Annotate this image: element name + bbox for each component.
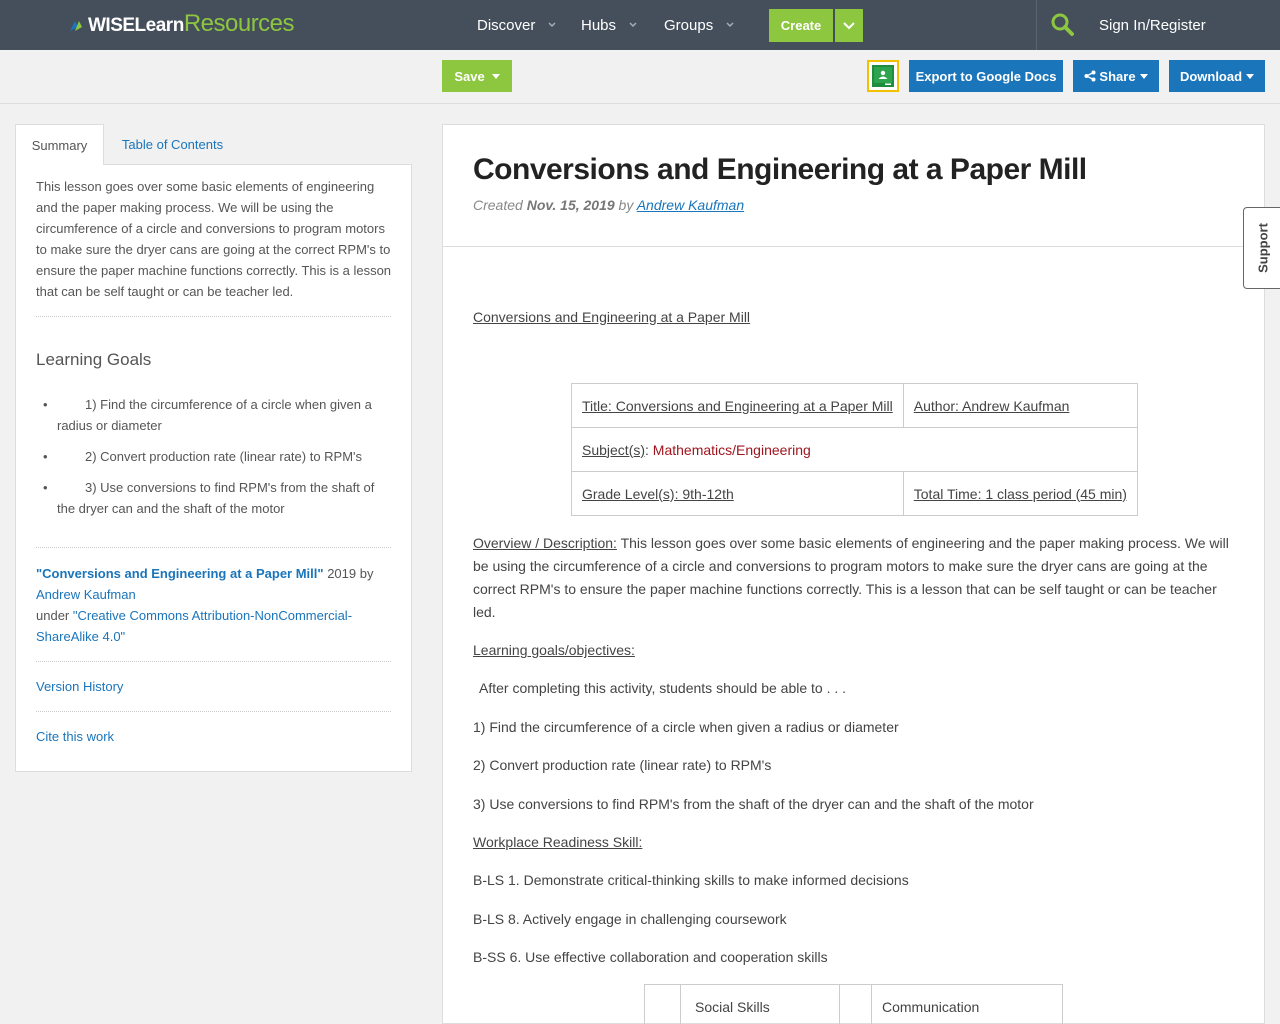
caret-down-icon	[1139, 73, 1148, 79]
learning-goal-text: 2) Convert production rate (linear rate)…	[85, 449, 363, 464]
search-icon[interactable]	[1050, 12, 1074, 36]
chevron-down-icon	[843, 21, 855, 29]
divider	[36, 711, 391, 712]
skills-cell: Social Skills	[680, 984, 840, 1024]
tab-table-of-contents[interactable]: Table of Contents	[104, 124, 241, 165]
create-dropdown-button[interactable]	[835, 9, 863, 42]
logo-mark-icon	[70, 21, 82, 31]
nav-discover-label: Discover	[477, 16, 536, 34]
cite-work-link[interactable]: Cite this work	[36, 726, 114, 747]
top-nav: WISELearn Resources Discover Hubs Groups…	[0, 0, 1280, 50]
sign-in-register-link[interactable]: Sign In/Register	[1099, 0, 1206, 50]
download-label: Download	[1179, 68, 1243, 84]
info-subject-cell: Subject(s): Mathematics/Engineering	[571, 427, 1138, 472]
info-author-cell: Author: Andrew Kaufman	[902, 383, 1138, 428]
goal-line: 1) Find the circumference of a circle wh…	[473, 719, 899, 735]
learning-goal-item: 3) Use conversions to find RPM's from th…	[43, 477, 392, 519]
created-label: Created	[473, 197, 523, 213]
divider	[36, 316, 391, 317]
google-classroom-icon	[872, 65, 894, 87]
goal-line: 2) Convert production rate (linear rate)…	[473, 757, 772, 773]
nav-divider	[1036, 0, 1037, 50]
save-label: Save	[454, 68, 485, 84]
support-tab[interactable]: Support	[1243, 207, 1280, 289]
goals-intro: After completing this activity, students…	[479, 680, 847, 696]
summary-panel: This lesson goes over some basic element…	[15, 164, 412, 772]
skill-line: B-LS 1. Demonstrate critical-thinking sk…	[473, 872, 909, 888]
share-button[interactable]: Share	[1073, 60, 1159, 92]
divider	[443, 246, 1264, 247]
learning-goals-heading: Learning Goals	[36, 350, 152, 369]
learning-goal-item: 2) Convert production rate (linear rate)…	[43, 446, 392, 467]
nav-groups[interactable]: Groups	[664, 0, 735, 50]
skill-line: B-LS 8. Actively engage in challenging c…	[473, 911, 787, 927]
learning-goal-item: 1) Find the circumference of a circle wh…	[43, 394, 392, 436]
skills-check-cell	[839, 984, 872, 1024]
caret-down-icon	[491, 73, 500, 79]
logo-resources-text: Resources	[183, 10, 295, 37]
export-google-docs-button[interactable]: Export to Google Docs	[909, 60, 1063, 92]
work-title-link[interactable]: "Conversions and Engineering at a Paper …	[36, 566, 324, 581]
skills-table: Social Skills Communication	[644, 984, 1063, 1024]
overview-label: Overview / Description:	[473, 535, 617, 551]
skills-check-cell	[644, 984, 681, 1024]
learning-goal-text: 3) Use conversions to find RPM's from th…	[57, 480, 375, 516]
nav-hubs[interactable]: Hubs	[581, 0, 638, 50]
info-grade-cell: Grade Level(s): 9th-12th	[571, 471, 904, 516]
version-history-link[interactable]: Version History	[36, 676, 123, 697]
skill-line: B-SS 6. Use effective collaboration and …	[473, 949, 828, 965]
author-link[interactable]: Andrew Kaufman	[36, 587, 136, 602]
by-label: by	[618, 197, 634, 213]
subject-label: Subject(s)	[582, 441, 646, 458]
created-meta: Created Nov. 15, 2019 by Andrew Kaufman	[473, 197, 744, 213]
chevron-down-icon	[548, 22, 556, 28]
divider	[36, 547, 391, 548]
nav-groups-label: Groups	[664, 16, 714, 34]
share-label: Share	[1099, 68, 1136, 84]
info-title-cell: Title: Conversions and Engineering at a …	[571, 383, 904, 428]
workplace-heading: Workplace Readiness Skill:	[473, 834, 643, 850]
author-link[interactable]: Andrew Kaufman	[637, 197, 744, 213]
info-time-cell: Total Time: 1 class period (45 min)	[902, 471, 1138, 516]
save-button[interactable]: Save	[442, 60, 512, 92]
skills-cell: Communication	[871, 984, 1063, 1024]
goal-line: 3) Use conversions to find RPM's from th…	[473, 796, 1034, 812]
logo-wise-text: WISELearn	[88, 15, 184, 36]
tab-summary[interactable]: Summary	[15, 124, 104, 165]
caret-down-icon	[1246, 73, 1255, 79]
attribution-under: under	[36, 608, 70, 623]
site-logo[interactable]: WISELearn Resources	[70, 10, 295, 40]
page-title: Conversions and Engineering at a Paper M…	[473, 153, 1087, 186]
overview-paragraph: Overview / Description: This lesson goes…	[473, 532, 1233, 624]
license-link[interactable]: "Creative Commons Attribution-NonCommerc…	[36, 608, 352, 644]
goals-heading: Learning goals/objectives:	[473, 642, 635, 658]
support-label: Support	[1255, 223, 1271, 273]
share-icon	[1084, 70, 1096, 82]
attribution-year-by: 2019 by	[327, 566, 374, 581]
create-button[interactable]: Create	[769, 9, 833, 42]
resource-content: Conversions and Engineering at a Paper M…	[442, 124, 1265, 1024]
chevron-down-icon	[629, 22, 637, 28]
learning-goal-text: 1) Find the circumference of a circle wh…	[57, 397, 372, 433]
nav-discover[interactable]: Discover	[477, 0, 557, 50]
lesson-info-table: Title: Conversions and Engineering at a …	[571, 383, 1138, 516]
nav-hubs-label: Hubs	[581, 16, 617, 34]
google-classroom-button[interactable]	[867, 60, 899, 92]
summary-text: This lesson goes over some basic element…	[36, 179, 392, 299]
chevron-down-icon	[726, 22, 734, 28]
subject-value: Mathematics/Engineering	[648, 441, 811, 458]
download-button[interactable]: Download	[1169, 60, 1265, 92]
doc-heading: Conversions and Engineering at a Paper M…	[473, 309, 751, 325]
attribution: "Conversions and Engineering at a Paper …	[36, 563, 376, 647]
created-date: Nov. 15, 2019	[526, 197, 615, 213]
divider	[36, 661, 391, 662]
